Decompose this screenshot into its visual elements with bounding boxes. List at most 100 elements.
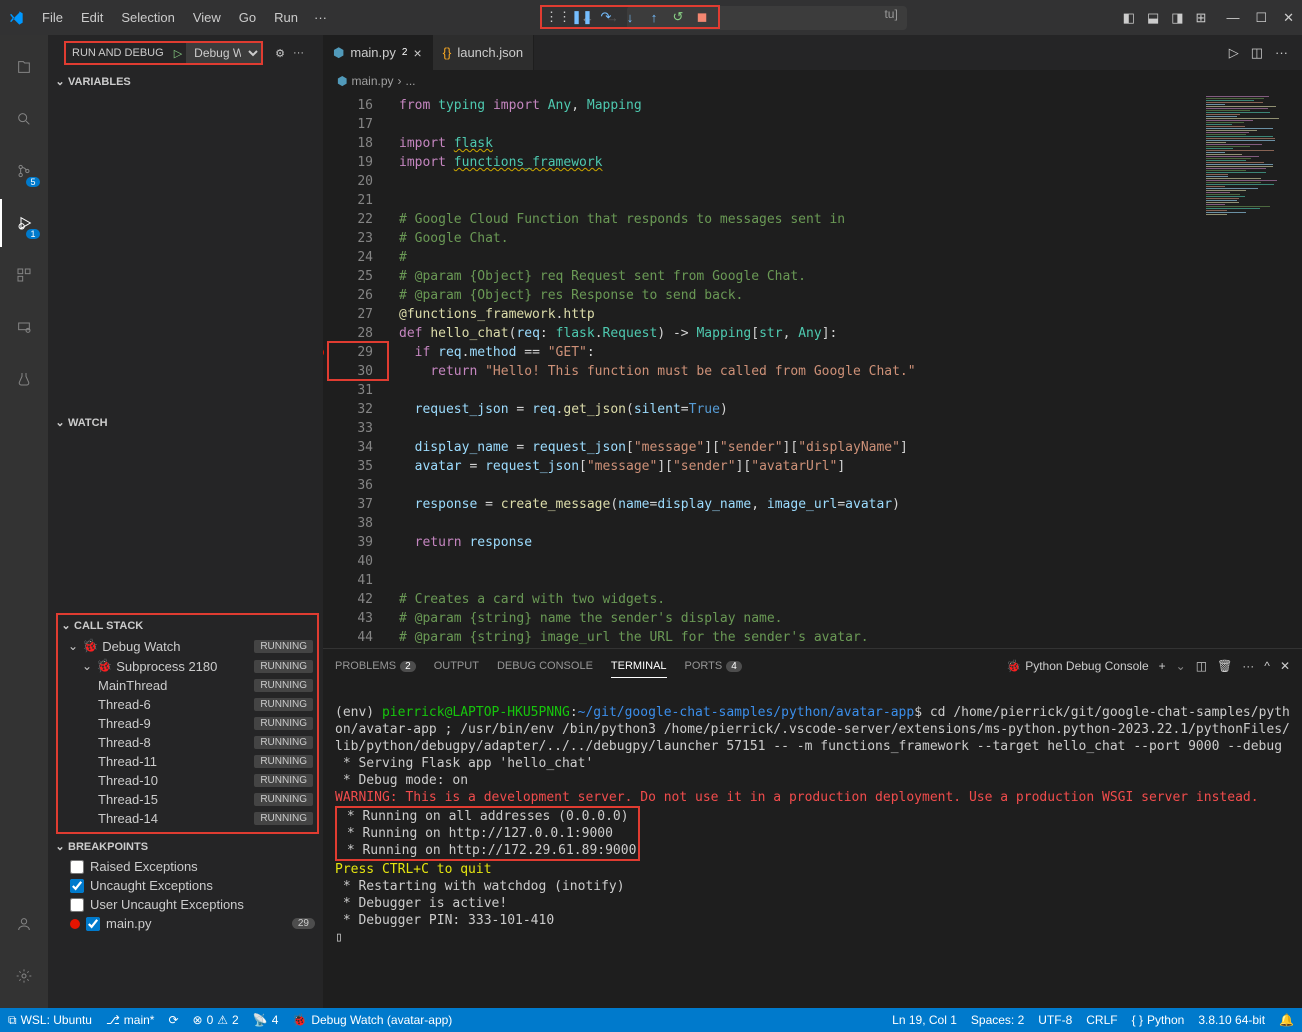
activity-testing[interactable] (0, 355, 48, 403)
status-problems[interactable]: ⊗ 0 ⚠ 2 (193, 1013, 239, 1027)
activity-debug[interactable]: 1 (0, 199, 48, 247)
window-maximize-icon[interactable]: ☐ (1255, 10, 1267, 26)
activity-explorer[interactable] (0, 43, 48, 91)
status-python[interactable]: 3.8.10 64-bit (1198, 1013, 1265, 1027)
editor-area: ⬢main.py2×{}launch.json ▷ ◫ ··· ⬢ main.p… (323, 35, 1302, 1008)
layout-sidebar-left-icon[interactable]: ◧ (1123, 10, 1135, 26)
status-badge: RUNNING (254, 698, 313, 711)
code-content[interactable]: from typing import Any, Mapping import f… (383, 92, 1202, 648)
window-close-icon[interactable]: ✕ (1283, 10, 1294, 26)
split-terminal-icon[interactable]: ◫ (1196, 659, 1207, 673)
close-tab-icon[interactable]: × (413, 45, 421, 61)
layout-panel-icon[interactable]: ⬓ (1147, 10, 1159, 26)
split-editor-icon[interactable]: ◫ (1251, 45, 1263, 61)
tab-launch-json[interactable]: {}launch.json (433, 35, 534, 70)
activity-accounts[interactable] (0, 900, 48, 948)
activity-remote[interactable] (0, 303, 48, 351)
stop-icon[interactable]: ◼ (693, 8, 711, 26)
callstack-thread[interactable]: Thread-9RUNNING (58, 714, 317, 733)
layout-customize-icon[interactable]: ⊞ (1196, 10, 1207, 26)
menu-edit[interactable]: Edit (73, 6, 111, 29)
kill-terminal-icon[interactable]: 🗑 (1217, 659, 1232, 673)
activity-settings[interactable] (0, 952, 48, 1000)
activity-search[interactable] (0, 95, 48, 143)
step-over-icon[interactable]: ↷ (597, 8, 615, 26)
status-sync[interactable]: ⟳ (168, 1013, 178, 1027)
status-lang[interactable]: { } Python (1132, 1013, 1185, 1027)
callstack-thread[interactable]: Thread-14RUNNING (58, 809, 317, 828)
callstack-subprocess[interactable]: ⌄🐞 Subprocess 2180 RUNNING (58, 656, 317, 676)
callstack-thread[interactable]: Thread-6RUNNING (58, 695, 317, 714)
tab-output[interactable]: OUTPUT (434, 656, 479, 676)
status-spaces[interactable]: Spaces: 2 (971, 1013, 1024, 1027)
status-debug[interactable]: 🐞 Debug Watch (avatar-app) (292, 1013, 452, 1027)
pause-icon[interactable]: ❚❚ (573, 8, 591, 26)
debug-toolbar: ⋮⋮ ❚❚ ↷ ↓ ↑ ↺ ◼ (540, 5, 720, 29)
window-minimize-icon[interactable]: — (1226, 10, 1239, 26)
sidebar-header: RUN AND DEBUG ▷ Debug Wa ⚙ ··· (48, 35, 323, 71)
status-eol[interactable]: CRLF (1086, 1013, 1117, 1027)
minimap[interactable] (1202, 92, 1302, 648)
line-gutter[interactable]: 1617181920212223242526272829303132333435… (323, 92, 383, 648)
terminal-dropdown[interactable]: 🐞Python Debug Console (1006, 659, 1148, 673)
callstack-thread[interactable]: Thread-8RUNNING (58, 733, 317, 752)
menu-file[interactable]: File (34, 6, 71, 29)
status-notifications-icon[interactable]: 🔔 (1279, 1013, 1294, 1027)
editor-more-icon[interactable]: ··· (1275, 45, 1288, 60)
status-cursor[interactable]: Ln 19, Col 1 (892, 1013, 957, 1027)
menu-go[interactable]: Go (231, 6, 264, 29)
maximize-panel-icon[interactable]: ^ (1264, 659, 1270, 673)
close-panel-icon[interactable]: ✕ (1280, 659, 1290, 673)
section-variables-body (48, 92, 323, 412)
run-editor-icon[interactable]: ▷ (1229, 45, 1239, 61)
status-branch[interactable]: ⎇ main* (106, 1013, 155, 1027)
callstack-thread[interactable]: Thread-10RUNNING (58, 771, 317, 790)
callstack-thread[interactable]: MainThreadRUNNING (58, 676, 317, 695)
status-bar: ⧉ WSL: Ubuntu ⎇ main* ⟳ ⊗ 0 ⚠ 2 📡 4 🐞 De… (0, 1008, 1302, 1032)
tab-terminal[interactable]: TERMINAL (611, 656, 667, 676)
tab-debug-console[interactable]: DEBUG CONSOLE (497, 656, 593, 676)
code-editor[interactable]: 1617181920212223242526272829303132333435… (323, 92, 1302, 648)
activity-extensions[interactable] (0, 251, 48, 299)
breakpoint-uncaught[interactable]: Uncaught Exceptions (48, 876, 323, 895)
status-badge: RUNNING (254, 717, 313, 730)
section-watch-header[interactable]: ⌄WATCH (48, 412, 323, 433)
callstack-session[interactable]: ⌄🐞 Debug Watch RUNNING (58, 636, 317, 656)
section-variables-label: VARIABLES (68, 76, 131, 88)
menu-more-icon[interactable]: ··· (306, 6, 335, 29)
debug-config-select[interactable]: Debug Wa (186, 43, 261, 63)
step-out-icon[interactable]: ↑ (645, 8, 663, 26)
sidebar-more-icon[interactable]: ··· (293, 47, 304, 59)
panel-more-icon[interactable]: ··· (1242, 659, 1254, 673)
breakpoint-file[interactable]: main.py29 (48, 914, 323, 933)
menu-selection[interactable]: Selection (113, 6, 182, 29)
section-callstack-header[interactable]: ⌄CALL STACK (58, 615, 317, 636)
menu-run[interactable]: Run (266, 6, 306, 29)
new-terminal-icon[interactable]: + (1159, 659, 1166, 673)
restart-icon[interactable]: ↺ (669, 8, 687, 26)
breadcrumb[interactable]: ⬢ main.py › ... (323, 70, 1302, 92)
section-variables-header[interactable]: ⌄VARIABLES (48, 71, 323, 92)
status-ports[interactable]: 📡 4 (253, 1013, 279, 1027)
tab-main-py[interactable]: ⬢main.py2× (323, 35, 433, 70)
breakpoint-dot-icon[interactable] (323, 348, 324, 357)
drag-icon[interactable]: ⋮⋮ (549, 8, 567, 26)
section-breakpoints-header[interactable]: ⌄BREAKPOINTS (48, 836, 323, 857)
menu-view[interactable]: View (185, 6, 229, 29)
status-encoding[interactable]: UTF-8 (1038, 1013, 1072, 1027)
status-remote[interactable]: ⧉ WSL: Ubuntu (8, 1013, 92, 1028)
python-file-icon: ⬢ (337, 74, 347, 88)
breakpoint-raised[interactable]: Raised Exceptions (48, 857, 323, 876)
activity-scm[interactable]: 5 (0, 147, 48, 195)
start-debug-icon[interactable]: ▷ (170, 47, 186, 60)
breakpoint-user-uncaught[interactable]: User Uncaught Exceptions (48, 895, 323, 914)
tab-ports[interactable]: PORTS4 (685, 656, 742, 676)
debug-settings-icon[interactable]: ⚙ (275, 47, 285, 60)
callstack-thread[interactable]: Thread-15RUNNING (58, 790, 317, 809)
step-into-icon[interactable]: ↓ (621, 8, 639, 26)
layout-sidebar-right-icon[interactable]: ◨ (1171, 10, 1183, 26)
tab-problems[interactable]: PROBLEMS2 (335, 656, 416, 676)
callstack-thread[interactable]: Thread-11RUNNING (58, 752, 317, 771)
bug-icon: 🐞 (1006, 659, 1021, 673)
terminal-content[interactable]: (env) pierrick@LAPTOP-HKU5PNNG:~/git/goo… (323, 683, 1302, 1008)
